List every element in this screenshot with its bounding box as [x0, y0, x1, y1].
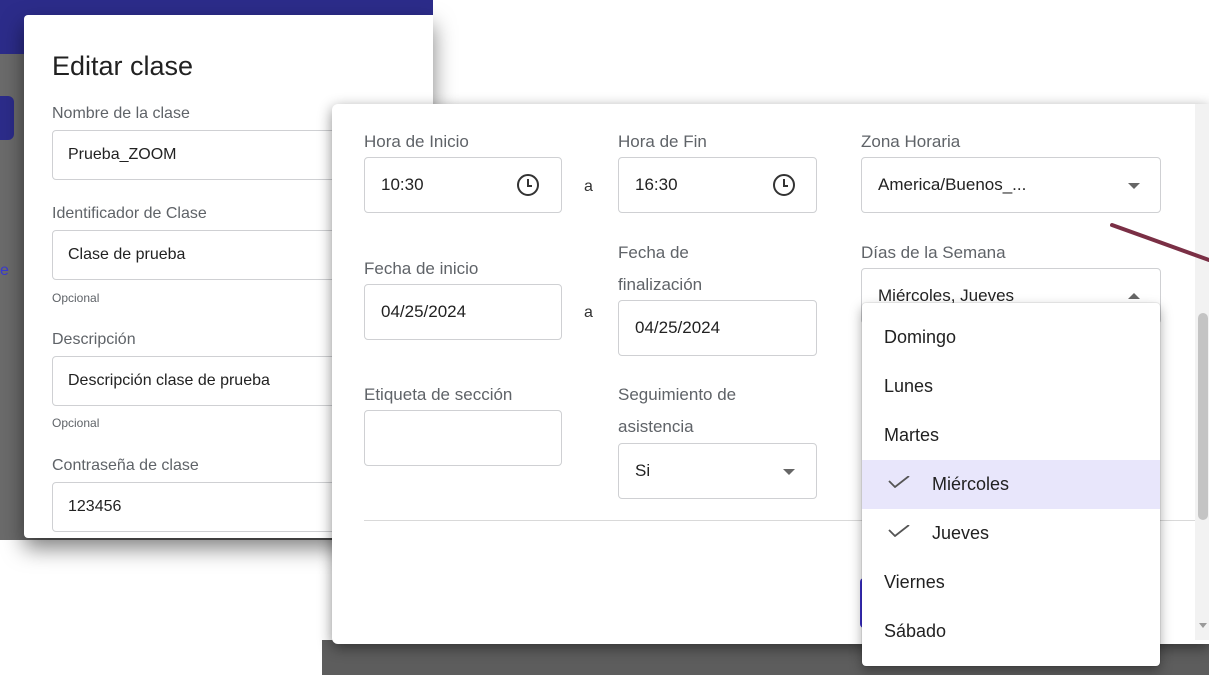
class-name-label: Nombre de la clase — [52, 105, 190, 122]
menu-item-martes[interactable]: Martes — [862, 411, 1160, 460]
section-field[interactable] — [364, 410, 562, 466]
annotation-arrow — [1110, 223, 1209, 262]
end-date-label-line2: finalización — [618, 275, 703, 294]
weekday-dropdown-menu: Domingo Lunes Martes Miércoles Jueves Vi… — [862, 303, 1160, 666]
weekdays-label: Días de la Semana — [861, 243, 1006, 262]
scrollbar-thumb[interactable] — [1198, 313, 1208, 520]
scroll-down-arrow-icon[interactable] — [1199, 623, 1207, 628]
timezone-select[interactable]: America/Buenos_... — [861, 157, 1161, 213]
menu-item-label: Sábado — [884, 621, 947, 641]
dialog-title: Editar clase — [52, 51, 194, 81]
end-date-label-line1: Fecha de — [618, 243, 689, 262]
menu-item-label: Viernes — [884, 572, 945, 592]
start-time-label: Hora de Inicio — [364, 132, 469, 151]
check-icon — [888, 476, 910, 488]
check-icon — [888, 525, 910, 537]
to-separator: a — [584, 178, 593, 195]
class-id-label: Identificador de Clase — [52, 205, 207, 222]
menu-item-label: Domingo — [884, 327, 957, 347]
menu-item-label: Lunes — [884, 376, 934, 396]
menu-item-label: Martes — [884, 425, 940, 445]
class-id-hint: Opcional — [52, 291, 100, 305]
menu-item-sabado[interactable]: Sábado — [862, 607, 1160, 656]
background-tab-fragment: e — [0, 262, 9, 279]
menu-item-miercoles[interactable]: Miércoles — [862, 460, 1160, 509]
background-button[interactable] — [0, 96, 14, 140]
timezone-label: Zona Horaria — [861, 132, 961, 151]
description-label: Descripción — [52, 331, 136, 348]
menu-item-label: Miércoles — [932, 474, 1010, 494]
password-label: Contraseña de clase — [52, 457, 199, 474]
end-time-value: 16:30 — [635, 175, 678, 194]
start-time-field[interactable]: 10:30 — [364, 157, 562, 213]
attendance-label-line2: asistencia — [618, 417, 694, 436]
clock-icon[interactable] — [517, 174, 539, 196]
attendance-value: Si — [635, 461, 651, 480]
timezone-value: America/Buenos_... — [878, 175, 1027, 194]
clock-icon[interactable] — [773, 174, 795, 196]
start-time-value: 10:30 — [381, 175, 424, 194]
description-hint: Opcional — [52, 416, 100, 430]
menu-item-viernes[interactable]: Viernes — [862, 558, 1160, 607]
dropdown-arrow-up-icon — [1128, 293, 1140, 299]
end-time-label: Hora de Fin — [618, 132, 707, 151]
to-separator: a — [584, 304, 593, 321]
attendance-label-line1: Seguimiento de — [618, 385, 737, 404]
menu-item-jueves[interactable]: Jueves — [862, 509, 1160, 558]
attendance-select[interactable]: Si — [618, 443, 817, 499]
menu-item-domingo[interactable]: Domingo — [862, 313, 1160, 362]
start-date-field[interactable]: 04/25/2024 — [364, 284, 562, 340]
annotation-arrow-line — [1110, 223, 1209, 262]
menu-item-lunes[interactable]: Lunes — [862, 362, 1160, 411]
start-date-label: Fecha de inicio — [364, 259, 479, 278]
section-label: Etiqueta de sección — [364, 385, 513, 404]
end-time-field[interactable]: 16:30 — [618, 157, 817, 213]
dropdown-arrow-icon — [783, 469, 795, 475]
menu-item-label: Jueves — [932, 523, 990, 543]
end-date-field[interactable]: 04/25/2024 — [618, 300, 817, 356]
dropdown-arrow-icon — [1128, 183, 1140, 189]
